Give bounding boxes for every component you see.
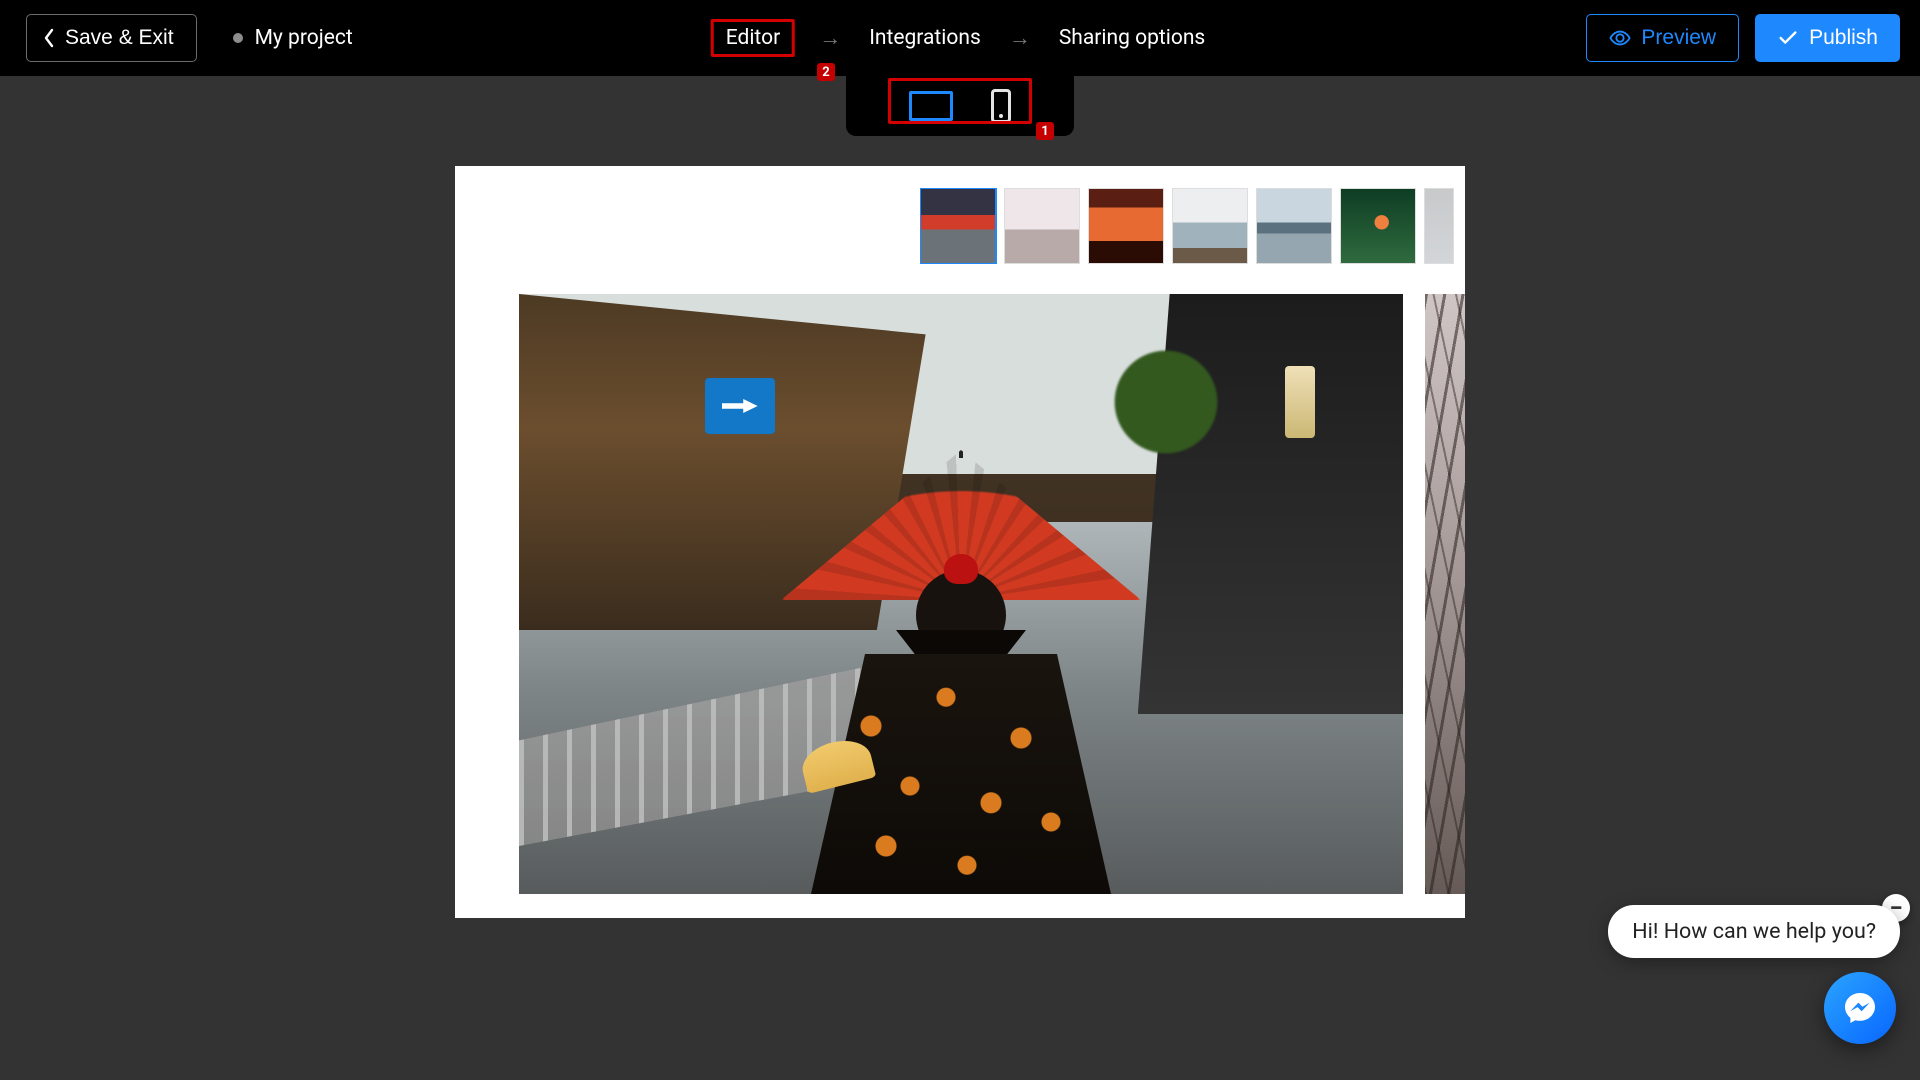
thumbnail-strip (920, 188, 1465, 264)
save-exit-label: Save & Exit (65, 26, 174, 50)
thumbnail-2[interactable] (1088, 188, 1164, 264)
thumbnail-3[interactable] (1172, 188, 1248, 264)
annotation-badge-2: 2 (817, 63, 835, 81)
top-bar: Save & Exit My project Editor → Integrat… (0, 0, 1920, 76)
hero-lantern-icon (1285, 366, 1315, 438)
chat-greeting-bubble[interactable]: Hi! How can we help you? (1608, 905, 1900, 958)
check-icon (1777, 27, 1799, 49)
hero-tree-icon (1106, 342, 1226, 462)
breadcrumb-editor[interactable]: Editor (711, 19, 795, 57)
editor-canvas[interactable] (455, 166, 1465, 918)
project-name[interactable]: My project (255, 26, 353, 50)
preview-label: Preview (1641, 26, 1716, 50)
publish-label: Publish (1809, 26, 1878, 50)
hero-arrow-sign-icon (705, 378, 775, 434)
save-exit-button[interactable]: Save & Exit (26, 14, 197, 62)
thumbnail-1[interactable] (1004, 188, 1080, 264)
thumbnail-0[interactable] (920, 188, 996, 264)
unsaved-indicator-icon (233, 33, 243, 43)
slide-main-image[interactable] (519, 294, 1403, 894)
arrow-right-icon: → (1009, 25, 1031, 51)
device-desktop-button[interactable] (909, 91, 953, 121)
chevron-left-icon (43, 28, 55, 48)
chat-launcher-button[interactable] (1824, 972, 1896, 1044)
header-actions: Preview Publish (1586, 14, 1900, 62)
messenger-icon (1842, 990, 1878, 1026)
breadcrumb: Editor → Integrations → Sharing options (711, 0, 1210, 76)
thumbnail-6[interactable] (1424, 188, 1454, 264)
device-mobile-button[interactable] (991, 89, 1011, 123)
publish-button[interactable]: Publish (1755, 14, 1900, 62)
slide-next-peek[interactable] (1425, 294, 1465, 894)
arrow-right-icon: → (819, 25, 841, 51)
preview-button[interactable]: Preview (1586, 14, 1739, 62)
eye-icon (1609, 27, 1631, 49)
breadcrumb-sharing[interactable]: Sharing options (1055, 20, 1209, 56)
thumbnail-5[interactable] (1340, 188, 1416, 264)
thumbnail-4[interactable] (1256, 188, 1332, 264)
annotation-badge-1: 1 (1036, 122, 1054, 140)
breadcrumb-integrations[interactable]: Integrations (865, 20, 985, 56)
